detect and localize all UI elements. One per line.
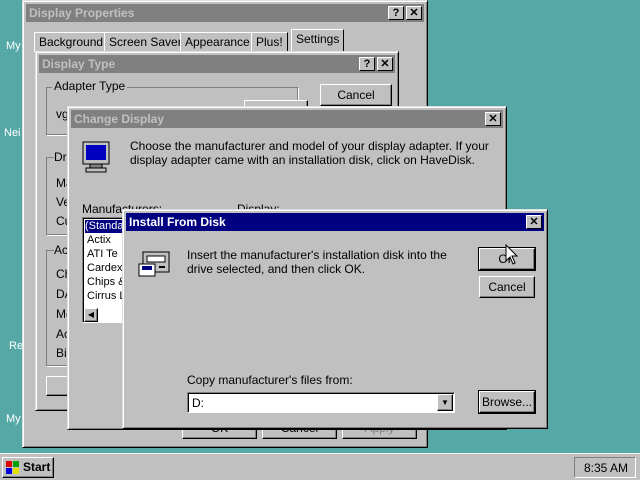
tab-plus[interactable]: Plus! (251, 32, 288, 52)
display-type-title: Display Type (42, 57, 116, 71)
display-properties-title: Display Properties (29, 6, 135, 20)
change-display-instructions: Choose the manufacturer and model of you… (130, 139, 489, 167)
tab-appearance[interactable]: Appearance (180, 32, 255, 52)
desktop-icon-label-my-computer[interactable]: My (6, 40, 21, 52)
windows-logo-icon (6, 461, 20, 474)
tab-background[interactable]: Background (34, 32, 109, 52)
display-type-cancel-button[interactable]: Cancel (320, 84, 392, 106)
list-item[interactable]: ATI Te (87, 248, 118, 260)
help-button[interactable]: ? (359, 57, 375, 71)
driver-group-label: Dr (54, 150, 67, 164)
mouse-cursor-icon (505, 243, 519, 266)
clock[interactable]: 8:35 AM (584, 461, 628, 475)
desktop-icon-label-recycle[interactable]: Re (9, 340, 23, 352)
adapter-info-label: Ac (54, 243, 69, 257)
display-properties-titlebar[interactable]: Display Properties ? ✕ (26, 4, 424, 22)
list-item[interactable]: Cardex (87, 262, 122, 274)
install-message: Insert the manufacturer's installation d… (187, 248, 447, 276)
copy-from-value[interactable]: D: (192, 396, 204, 410)
install-from-disk-dialog: Install From Disk ✕ Insert the manufactu… (122, 209, 548, 429)
scroll-left-button[interactable]: ◀ (84, 308, 98, 322)
monitor-icon (82, 141, 112, 175)
install-cancel-button[interactable]: Cancel (479, 276, 535, 298)
tab-settings[interactable]: Settings (291, 29, 345, 52)
list-item[interactable]: Cirrus L (87, 290, 126, 302)
copy-from-combobox[interactable]: D: ▼ (187, 392, 455, 413)
browse-button[interactable]: Browse... (478, 390, 536, 414)
start-label: Start (23, 460, 51, 474)
change-display-title: Change Display (74, 112, 165, 126)
copy-from-label: Copy manufacturer's files from: (187, 373, 353, 387)
close-button[interactable]: ✕ (485, 112, 501, 126)
list-item[interactable]: Actix (87, 234, 111, 246)
disk-drive-icon (137, 248, 173, 278)
desktop-icon-label-network[interactable]: Nei (4, 127, 21, 139)
desktop-icon-label-my-briefcase[interactable]: My (6, 413, 21, 425)
display-type-titlebar[interactable]: Display Type ? ✕ (39, 55, 395, 73)
install-from-disk-title: Install From Disk (129, 215, 226, 229)
chevron-down-icon[interactable]: ▼ (437, 394, 453, 411)
tab-screen-saver[interactable]: Screen Saver (104, 32, 187, 52)
close-button[interactable]: ✕ (406, 6, 422, 20)
close-button[interactable]: ✕ (526, 215, 542, 229)
list-item[interactable]: Chips & (87, 276, 126, 288)
change-display-titlebar[interactable]: Change Display ✕ (71, 110, 503, 128)
help-button[interactable]: ? (388, 6, 404, 20)
close-button[interactable]: ✕ (377, 57, 393, 71)
taskbar: Start 8:35 AM (0, 453, 640, 480)
adapter-type-label: Adapter Type (52, 79, 128, 93)
start-button[interactable]: Start (2, 457, 54, 478)
system-tray: 8:35 AM (574, 457, 636, 478)
install-from-disk-titlebar[interactable]: Install From Disk ✕ (126, 213, 544, 231)
